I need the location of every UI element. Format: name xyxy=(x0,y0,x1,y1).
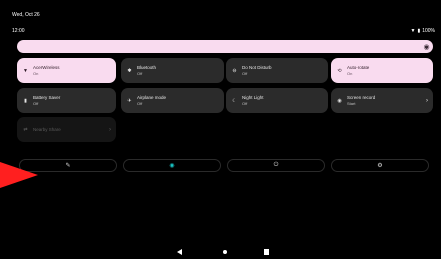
tile-bluetooth-status: Off xyxy=(137,71,143,76)
tile-wifi[interactable]: ▼ AcerWireless On xyxy=(17,58,116,83)
status-icons: ▼ ▮ 100% xyxy=(410,28,435,34)
edit-icon: ✎ xyxy=(65,163,71,169)
date-label: Wed, Oct 26 xyxy=(12,12,40,18)
user-icon: ◉ xyxy=(169,163,175,169)
bluetooth-icon: ✱ xyxy=(127,67,132,74)
airplane-icon: ✈ xyxy=(127,97,132,104)
brightness-knob-icon[interactable]: ◉ xyxy=(423,43,430,51)
nearby-share-icon: ⇄ xyxy=(23,126,28,133)
tile-nearby-share: ⇄ Nearby Share › xyxy=(17,117,116,142)
chevron-right-icon: › xyxy=(109,126,111,133)
power-button[interactable]: ⏻ xyxy=(227,159,325,172)
battery-status-icon: ▮ xyxy=(417,28,421,34)
battery-icon: ▮ xyxy=(24,97,27,104)
tile-battery-saver-status: Off xyxy=(33,101,39,106)
user-switch-button[interactable]: ◉ xyxy=(123,159,221,172)
tile-screen-record[interactable]: ◉ Screen record Start › xyxy=(331,88,433,113)
navigation-bar xyxy=(0,246,441,259)
battery-percent: 100% xyxy=(422,28,435,34)
settings-button[interactable]: ⚙ xyxy=(331,159,429,172)
tile-bluetooth[interactable]: ✱ Bluetooth Off xyxy=(121,58,224,83)
tile-screen-record-status: Start xyxy=(347,101,356,106)
tile-autorotate-status: On xyxy=(347,71,353,76)
rotate-icon: ⟲ xyxy=(337,67,342,74)
tile-screen-record-label: Screen record xyxy=(347,95,376,100)
tile-battery-saver-label: Battery Saver xyxy=(33,95,61,100)
power-icon: ⏻ xyxy=(273,162,279,168)
tile-autorotate-label: Auto-rotate xyxy=(347,65,370,70)
tile-battery-saver[interactable]: ▮ Battery Saver Off xyxy=(17,88,116,113)
tile-airplane-label: Airplane mode xyxy=(137,95,167,100)
tile-night-light[interactable]: ☾ Night Light Off xyxy=(226,88,328,113)
wifi-icon: ▼ xyxy=(23,67,28,74)
tile-dnd-status: Off xyxy=(242,71,248,76)
moon-icon: ☾ xyxy=(232,97,237,104)
chevron-right-icon: › xyxy=(426,97,428,104)
tile-bluetooth-label: Bluetooth xyxy=(137,65,157,70)
dnd-icon: ⊖ xyxy=(232,67,237,74)
wifi-status-icon: ▼ xyxy=(410,28,416,34)
recents-icon[interactable] xyxy=(264,249,269,255)
tile-wifi-label: AcerWireless xyxy=(33,65,60,70)
record-icon: ◉ xyxy=(337,97,342,104)
tile-autorotate[interactable]: ⟲ Auto-rotate On xyxy=(331,58,433,83)
tile-airplane-status: Off xyxy=(137,101,143,106)
back-icon[interactable] xyxy=(177,249,182,255)
tile-dnd[interactable]: ⊖ Do Not Disturb Off xyxy=(226,58,328,83)
settings-icon: ⚙ xyxy=(377,163,383,169)
tile-night-light-label: Night Light xyxy=(242,95,264,100)
pointer-arrow-icon xyxy=(0,162,38,188)
tile-nearby-share-label: Nearby Share xyxy=(33,127,61,132)
home-icon[interactable] xyxy=(223,250,227,254)
brightness-slider[interactable]: ◉ xyxy=(17,40,433,53)
tile-dnd-label: Do Not Disturb xyxy=(242,65,272,70)
tile-wifi-status: On xyxy=(33,71,39,76)
tile-night-light-status: Off xyxy=(242,101,248,106)
time-label: 12:00 xyxy=(12,28,25,34)
tile-airplane[interactable]: ✈ Airplane mode Off xyxy=(121,88,224,113)
